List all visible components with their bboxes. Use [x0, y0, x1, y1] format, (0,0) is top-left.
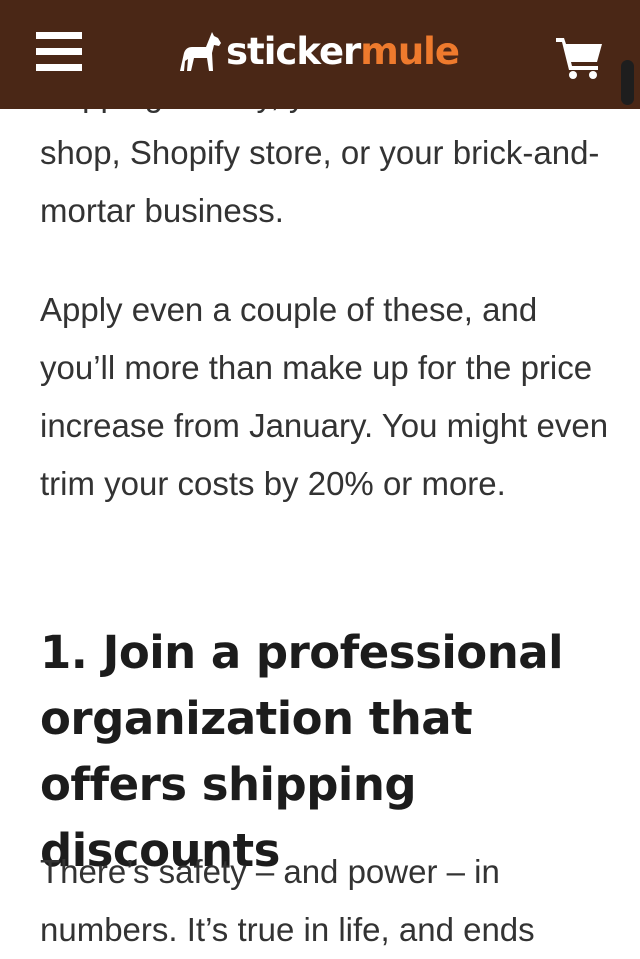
shopping-cart-icon[interactable] — [556, 36, 604, 80]
scrollbar-thumb[interactable] — [621, 60, 634, 105]
site-header: stickermule — [0, 0, 640, 109]
paragraph-apply: Apply even a couple of these, and you’ll… — [40, 291, 609, 502]
hamburger-menu-icon[interactable] — [36, 30, 82, 74]
paragraph-intro-end: shop, Shopify store, or your brick-and-m… — [40, 134, 600, 229]
stickermule-logo[interactable]: stickermule — [178, 28, 460, 76]
paragraph-safety: There’s safety – and power – in numbers.… — [40, 853, 535, 948]
logo-wordmark: stickermule — [226, 30, 460, 73]
mule-logo-icon — [180, 32, 221, 71]
